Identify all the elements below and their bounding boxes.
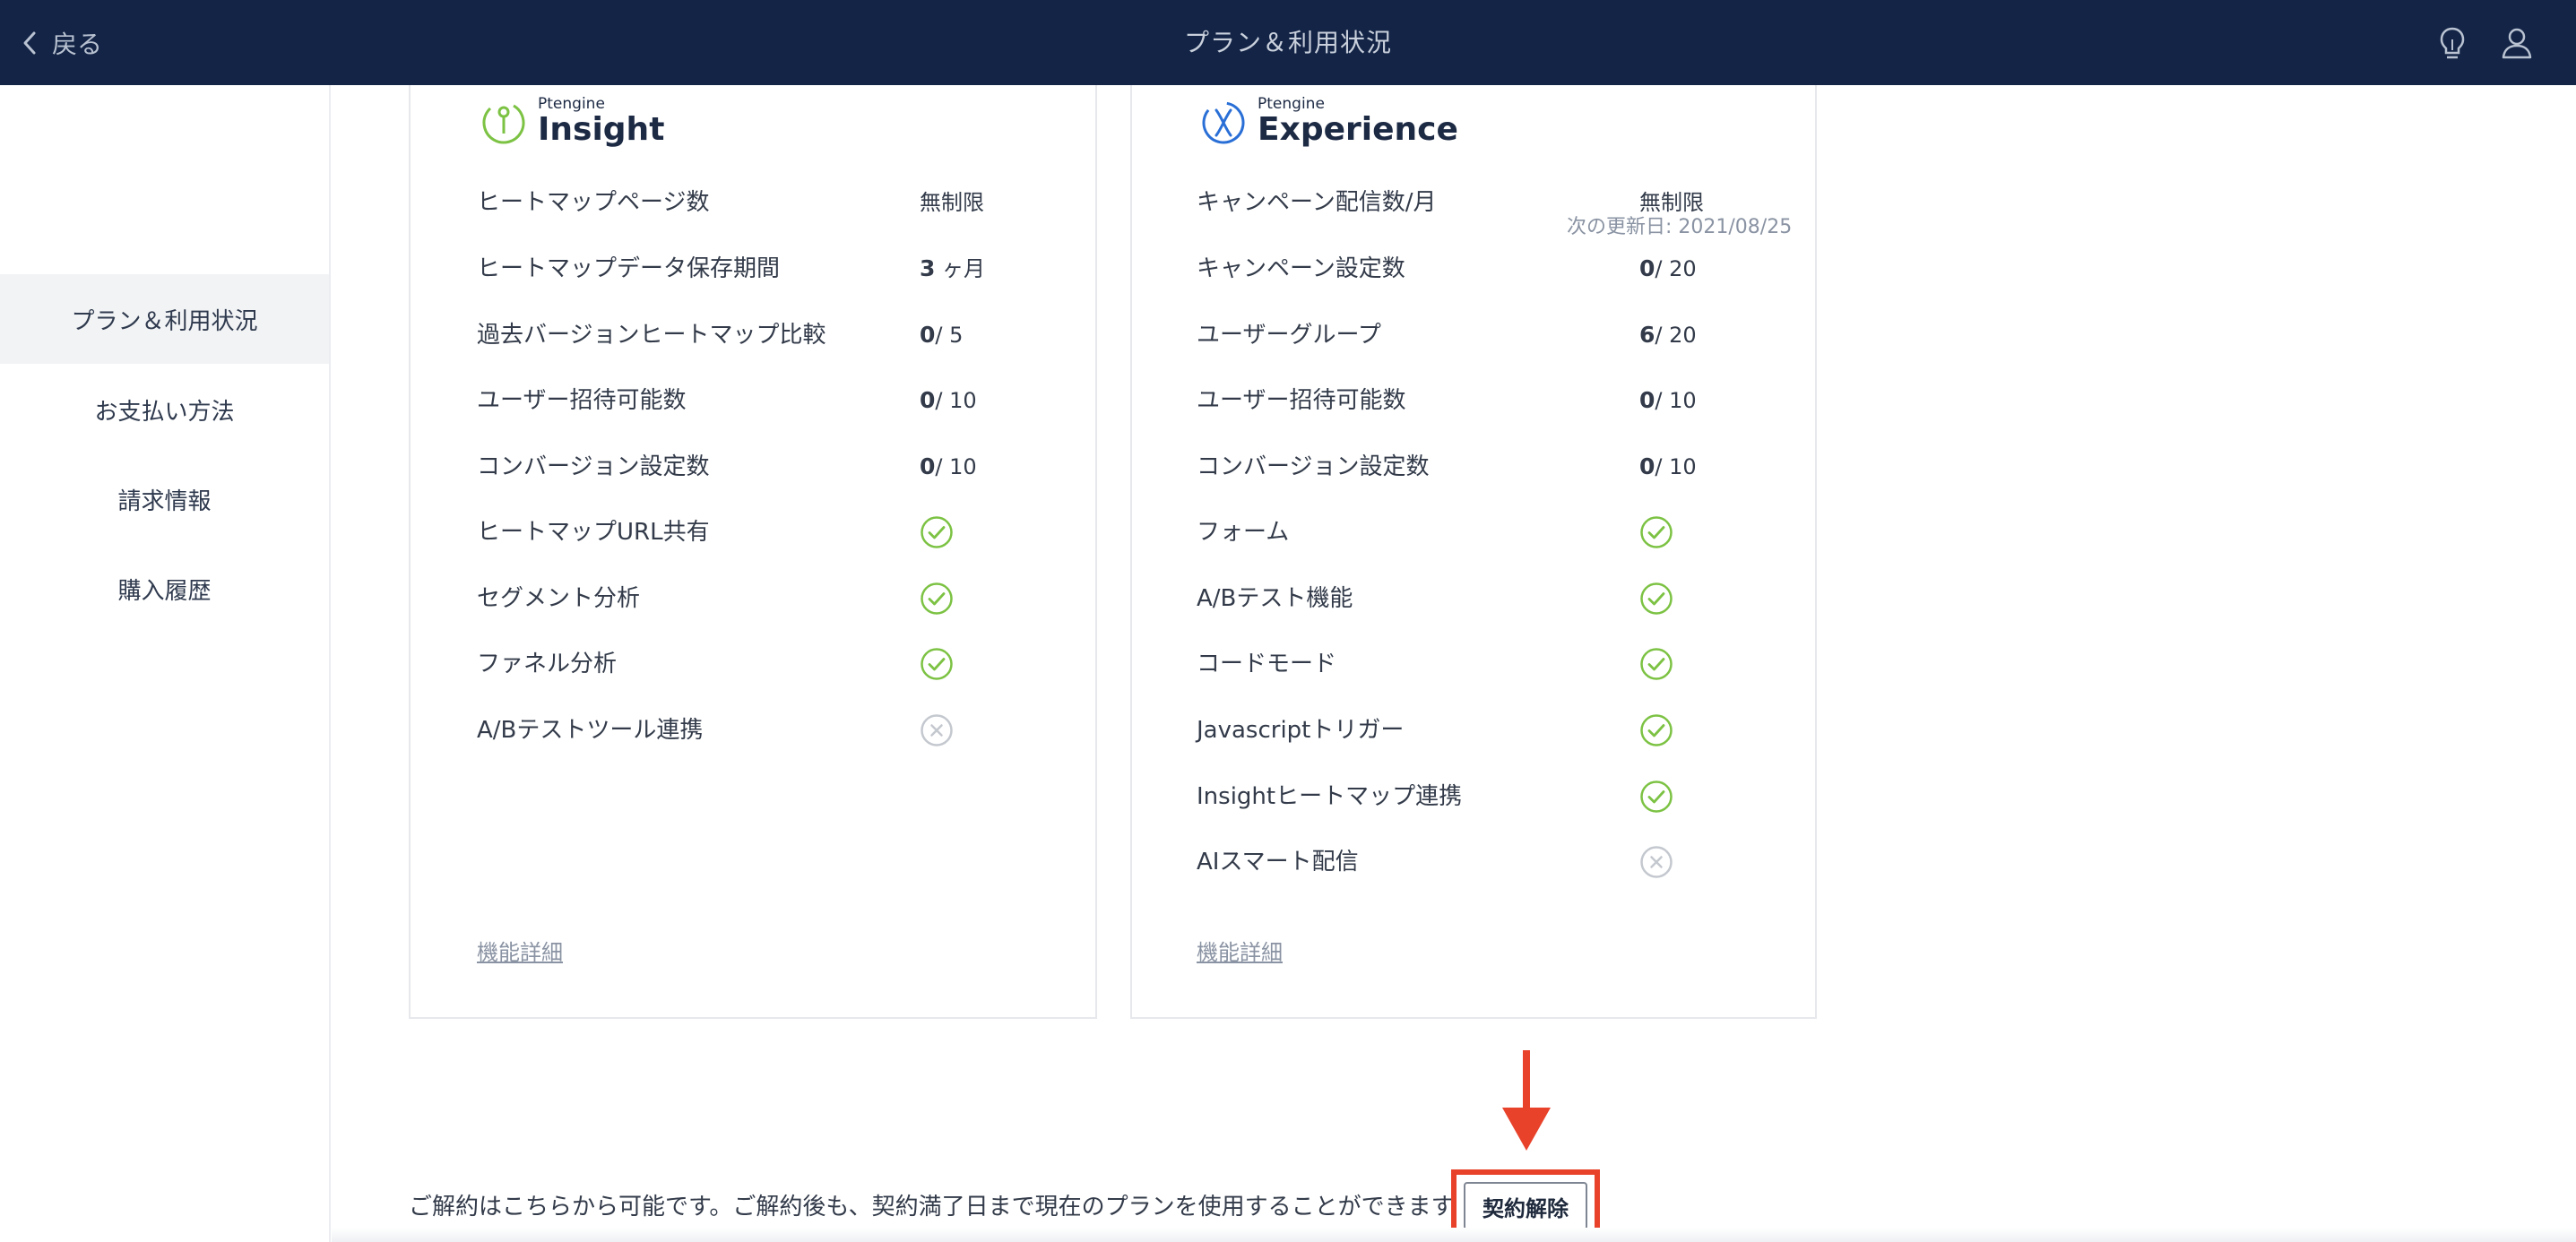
page-title: プラン＆利用状況 bbox=[1183, 28, 1392, 57]
feature-value: 0/ 5 bbox=[920, 322, 964, 348]
experience-logo-icon bbox=[1202, 101, 1245, 144]
check-icon bbox=[920, 647, 954, 681]
feature-label: フォーム bbox=[1197, 519, 1290, 546]
feature-label: 過去バージョンヒートマップ比較 bbox=[477, 322, 826, 349]
feature-label: キャンペーン設定数 bbox=[1197, 255, 1405, 282]
feature-row: キャンペーン設定数 0/ 20 bbox=[1132, 251, 1817, 287]
cancel-contract-button[interactable]: 契約解除 bbox=[1464, 1182, 1587, 1230]
experience-logo: Ptengine Experience bbox=[1198, 94, 1458, 148]
feature-label: ヒートマップURL共有 bbox=[477, 519, 710, 546]
feature-label: キャンペーン配信数/月 bbox=[1197, 189, 1437, 216]
arrow-down-icon bbox=[1502, 1050, 1551, 1151]
feature-row: A/Bテスト機能 bbox=[1132, 581, 1817, 617]
feature-label: ヒートマップページ数 bbox=[477, 189, 710, 216]
check-icon bbox=[1639, 647, 1673, 681]
check-icon bbox=[1639, 713, 1673, 747]
feature-details-link[interactable]: 機能詳細 bbox=[477, 935, 563, 966]
feature-label: AIスマート配信 bbox=[1197, 849, 1359, 875]
feature-label: コンバージョン設定数 bbox=[1197, 453, 1430, 480]
feature-value: 6/ 20 bbox=[1639, 322, 1697, 348]
feature-row: ヒートマップページ数 無制限 bbox=[411, 185, 1097, 220]
feature-label: A/Bテスト機能 bbox=[1197, 585, 1353, 612]
feature-row: ユーザー招待可能数 0/ 10 bbox=[411, 383, 1097, 418]
renewal-date-note: 次の更新日: 2021/08/25 bbox=[1567, 216, 1793, 238]
scroll-shadow bbox=[332, 1228, 2576, 1242]
feature-row: Insightヒートマップ連携 bbox=[1132, 779, 1817, 815]
feature-row: ヒートマップデータ保存期間 3 ヶ月 bbox=[411, 251, 1097, 287]
feature-value: 0/ 10 bbox=[1639, 453, 1697, 479]
feature-row: Javascriptトリガー bbox=[1132, 712, 1817, 748]
feature-row: コンバージョン設定数 0/ 10 bbox=[1132, 449, 1817, 485]
feature-value: 0/ 10 bbox=[920, 387, 977, 413]
feature-value: 0/ 20 bbox=[1639, 255, 1697, 281]
feature-row: セグメント分析 bbox=[411, 581, 1097, 617]
feature-row: ファネル分析 bbox=[411, 646, 1097, 682]
check-icon bbox=[1639, 780, 1673, 814]
insight-plan-card: Ptengine Insight ヒートマップページ数 無制限 ヒートマップデー… bbox=[409, 85, 1097, 1019]
feature-row: A/Bテストツール連携 bbox=[411, 712, 1097, 748]
feature-row: ユーザー招待可能数 0/ 10 bbox=[1132, 383, 1817, 418]
feature-row: AIスマート配信 bbox=[1132, 844, 1817, 880]
feature-value: 0/ 10 bbox=[920, 453, 977, 479]
lightbulb-icon[interactable] bbox=[2433, 23, 2472, 63]
cross-icon bbox=[1639, 845, 1673, 879]
feature-row: コードモード bbox=[1132, 646, 1817, 682]
insight-logo: Ptengine Insight bbox=[479, 94, 664, 148]
check-icon bbox=[1639, 582, 1673, 616]
feature-label: Javascriptトリガー bbox=[1197, 717, 1405, 744]
cross-icon bbox=[920, 713, 954, 747]
feature-value: 3 ヶ月 bbox=[920, 255, 986, 281]
sidebar-item-payment-method[interactable]: お支払い方法 bbox=[0, 365, 329, 454]
feature-label: ユーザー招待可能数 bbox=[477, 387, 687, 414]
experience-product-name: Experience bbox=[1258, 110, 1458, 148]
check-icon bbox=[920, 515, 954, 549]
sidebar-item-billing-info[interactable]: 請求情報 bbox=[0, 454, 329, 544]
user-icon[interactable] bbox=[2497, 23, 2537, 63]
feature-label: ヒートマップデータ保存期間 bbox=[477, 255, 781, 282]
insight-logo-icon bbox=[482, 101, 525, 144]
cancellation-notice: ご解約はこちらから可能です。ご解約後も、契約満了日まで現在のプランを使用すること… bbox=[409, 1194, 1476, 1220]
feature-row: フォーム bbox=[1132, 514, 1817, 550]
feature-value: 無制限 bbox=[920, 190, 984, 215]
feature-row: 過去バージョンヒートマップ比較 0/ 5 bbox=[411, 317, 1097, 353]
check-icon bbox=[1639, 515, 1673, 549]
feature-label: ユーザーグループ bbox=[1197, 322, 1381, 349]
feature-label: ファネル分析 bbox=[477, 651, 618, 677]
top-bar: 戻る プラン＆利用状況 bbox=[0, 0, 2576, 85]
sidebar: プラン＆利用状況 お支払い方法 請求情報 購入履歴 bbox=[0, 85, 331, 1242]
experience-brand: Ptengine bbox=[1258, 94, 1325, 113]
sidebar-item-label: プラン＆利用状況 bbox=[71, 307, 258, 335]
sidebar-item-label: 購入履歴 bbox=[117, 577, 212, 605]
feature-value: 0/ 10 bbox=[1639, 387, 1697, 413]
feature-row: コンバージョン設定数 0/ 10 bbox=[411, 449, 1097, 485]
feature-row: ヒートマップURL共有 bbox=[411, 514, 1097, 550]
check-icon bbox=[920, 582, 954, 616]
feature-label: Insightヒートマップ連携 bbox=[1197, 783, 1463, 810]
sidebar-item-label: お支払い方法 bbox=[94, 398, 235, 426]
experience-plan-card: Ptengine Experience キャンペーン配信数/月 無制限 次の更新… bbox=[1130, 85, 1817, 1019]
insight-product-name: Insight bbox=[538, 110, 665, 148]
feature-details-link[interactable]: 機能詳細 bbox=[1197, 935, 1283, 966]
feature-label: A/Bテストツール連携 bbox=[477, 717, 704, 744]
sidebar-item-purchase-history[interactable]: 購入履歴 bbox=[0, 544, 329, 634]
sidebar-item-label: 請求情報 bbox=[117, 487, 212, 515]
feature-label: セグメント分析 bbox=[477, 585, 641, 612]
feature-label: ユーザー招待可能数 bbox=[1197, 387, 1406, 414]
insight-brand: Ptengine bbox=[538, 94, 605, 113]
sidebar-item-plan-usage[interactable]: プラン＆利用状況 bbox=[0, 274, 329, 364]
feature-row: ユーザーグループ 6/ 20 bbox=[1132, 317, 1817, 353]
feature-label: コードモード bbox=[1197, 651, 1337, 677]
feature-label: コンバージョン設定数 bbox=[477, 453, 710, 480]
